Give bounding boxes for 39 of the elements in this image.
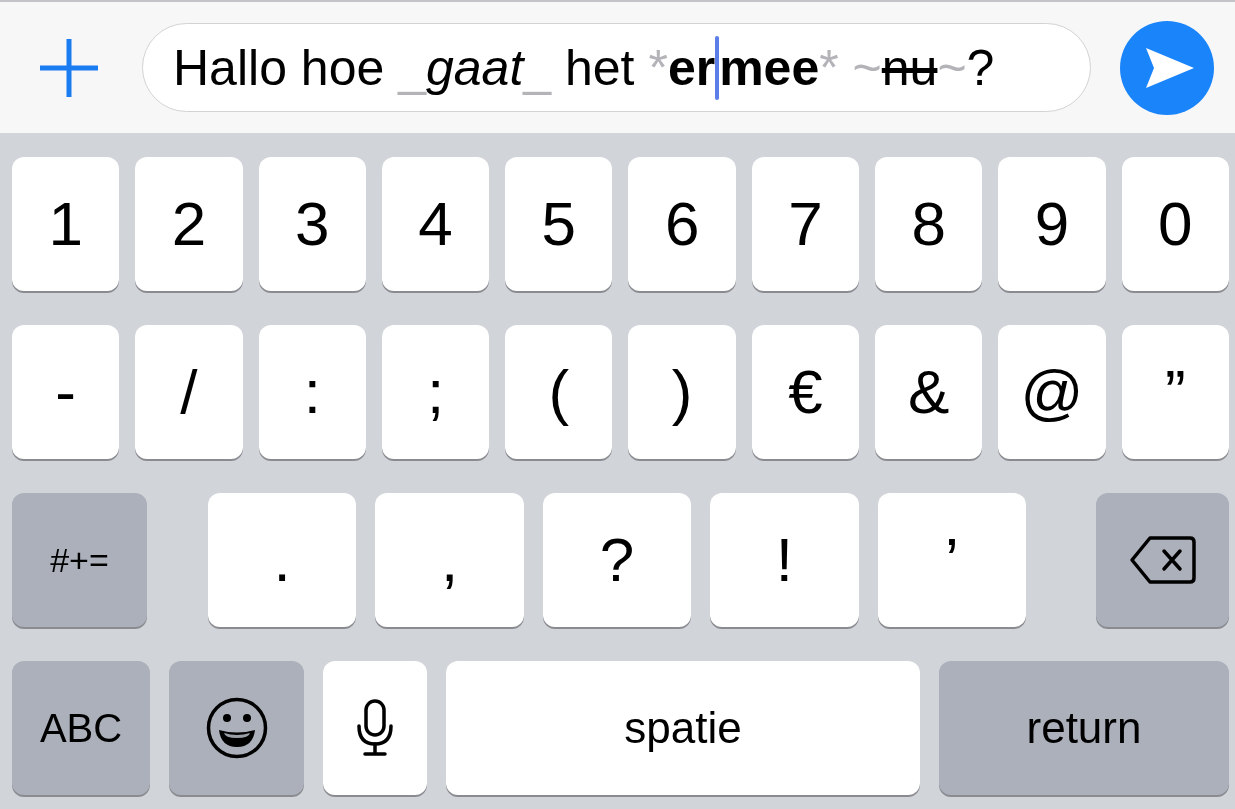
keyboard-key[interactable]: ( [505, 325, 613, 459]
delete-key[interactable] [1096, 493, 1229, 627]
symbols-key[interactable]: #+= [12, 493, 147, 627]
keyboard-key[interactable]: 2 [135, 157, 243, 291]
keyboard-key[interactable]: @ [998, 325, 1106, 459]
keyboard-key[interactable]: 4 [381, 157, 490, 291]
keyboard-key[interactable]: 6 [628, 157, 736, 291]
keyboard-key[interactable]: ! [710, 493, 859, 627]
return-key[interactable]: return [939, 661, 1229, 795]
keyboard-key[interactable]: ; [381, 325, 490, 459]
keyboard-key[interactable]: / [135, 325, 243, 459]
keyboard-key[interactable]: 9 [998, 157, 1106, 291]
keyboard-key[interactable]: ? [542, 493, 692, 627]
keyboard-key[interactable]: ” [1121, 325, 1229, 459]
send-icon [1146, 47, 1194, 88]
keyboard-key[interactable]: € [751, 325, 860, 459]
backspace-icon [1128, 535, 1197, 585]
keyboard-key[interactable]: ’ [877, 493, 1027, 627]
dictation-key[interactable] [323, 661, 427, 795]
keyboard-key[interactable]: ) [628, 325, 736, 459]
keyboard-key[interactable]: 5 [505, 157, 613, 291]
text-cursor [715, 35, 720, 100]
keyboard-key[interactable]: 0 [1121, 157, 1229, 291]
microphone-icon [357, 699, 393, 757]
message-field[interactable]: Hallo hoe _gaat_ het *ermee* ~nu~? [142, 23, 1091, 112]
plus-icon[interactable] [40, 38, 98, 97]
space-key[interactable]: spatie [446, 661, 920, 795]
keyboard-key[interactable]: , [375, 493, 524, 627]
keyboard-key[interactable]: 3 [258, 157, 366, 291]
emoji-key[interactable] [169, 661, 304, 795]
keyboard-key[interactable]: . [208, 493, 357, 627]
keyboard-key[interactable]: & [875, 325, 983, 459]
letters-key[interactable]: ABC [12, 661, 150, 795]
keyboard-key[interactable]: 8 [875, 157, 983, 291]
smiley-icon [205, 697, 268, 759]
keyboard-key[interactable]: 7 [751, 157, 860, 291]
keyboard-key[interactable]: 1 [12, 157, 120, 291]
keyboard-key[interactable]: - [12, 325, 120, 459]
keyboard-key[interactable]: : [258, 325, 366, 459]
